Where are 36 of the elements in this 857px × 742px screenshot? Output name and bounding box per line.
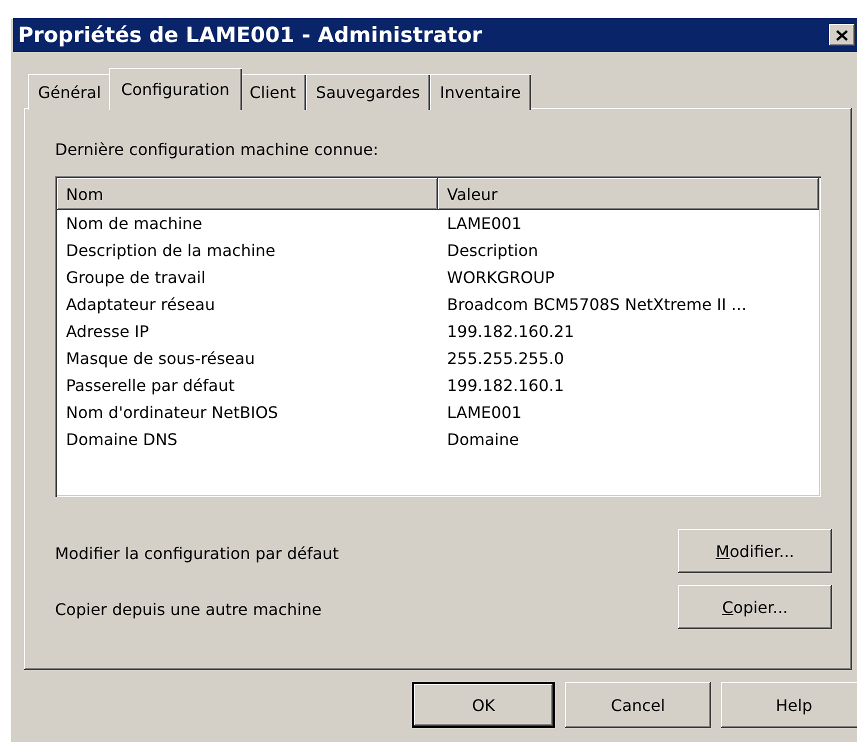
tab[interactable]: Sauvegardes [306, 74, 430, 110]
property-name: Description de la machine [65, 240, 276, 262]
action-button[interactable]: Copier... [678, 585, 832, 629]
window-title: Propriétés de LAME001 - Administrator [18, 23, 482, 47]
property-value: Broadcom BCM5708S NetXtreme II ... [446, 294, 748, 316]
action-label: Copier depuis une autre machine [55, 600, 322, 618]
close-icon [836, 30, 848, 40]
action-button[interactable]: Modifier... [678, 529, 832, 573]
dialog-button[interactable]: Cancel [565, 682, 711, 728]
tab[interactable]: Configuration [109, 68, 242, 110]
property-value: Description [446, 240, 540, 262]
column-header[interactable]: Valeur [438, 178, 819, 210]
property-name: Nom de machine [65, 213, 204, 235]
property-name: Nom d'ordinateur NetBIOS [65, 402, 280, 424]
section-label: Dernière configuration machine connue: [55, 140, 380, 161]
property-value: 199.182.160.1 [446, 375, 566, 397]
dialog-button[interactable]: Help [721, 682, 857, 728]
property-value: Domaine [446, 429, 520, 451]
column-header[interactable]: Nom [57, 178, 438, 210]
tab[interactable]: Client [240, 74, 306, 110]
property-value: WORKGROUP [446, 267, 556, 289]
property-name: Masque de sous-réseau [65, 348, 256, 370]
property-name: Adaptateur réseau [65, 294, 216, 316]
property-name: Domaine DNS [65, 429, 178, 451]
property-value: 255.255.255.0 [446, 348, 566, 370]
property-name: Adresse IP [65, 321, 150, 343]
close-button[interactable] [829, 24, 855, 46]
tab[interactable]: Général [28, 74, 112, 110]
property-value: LAME001 [446, 402, 523, 424]
property-name: Passerelle par défaut [65, 375, 236, 397]
property-value: 199.182.160.21 [446, 321, 576, 343]
tab[interactable]: Inventaire [430, 74, 531, 110]
action-label: Modifier la configuration par défaut [55, 544, 339, 562]
property-name: Groupe de travail [65, 267, 207, 289]
property-value: LAME001 [446, 213, 523, 235]
dialog-button[interactable]: OK [412, 682, 555, 728]
